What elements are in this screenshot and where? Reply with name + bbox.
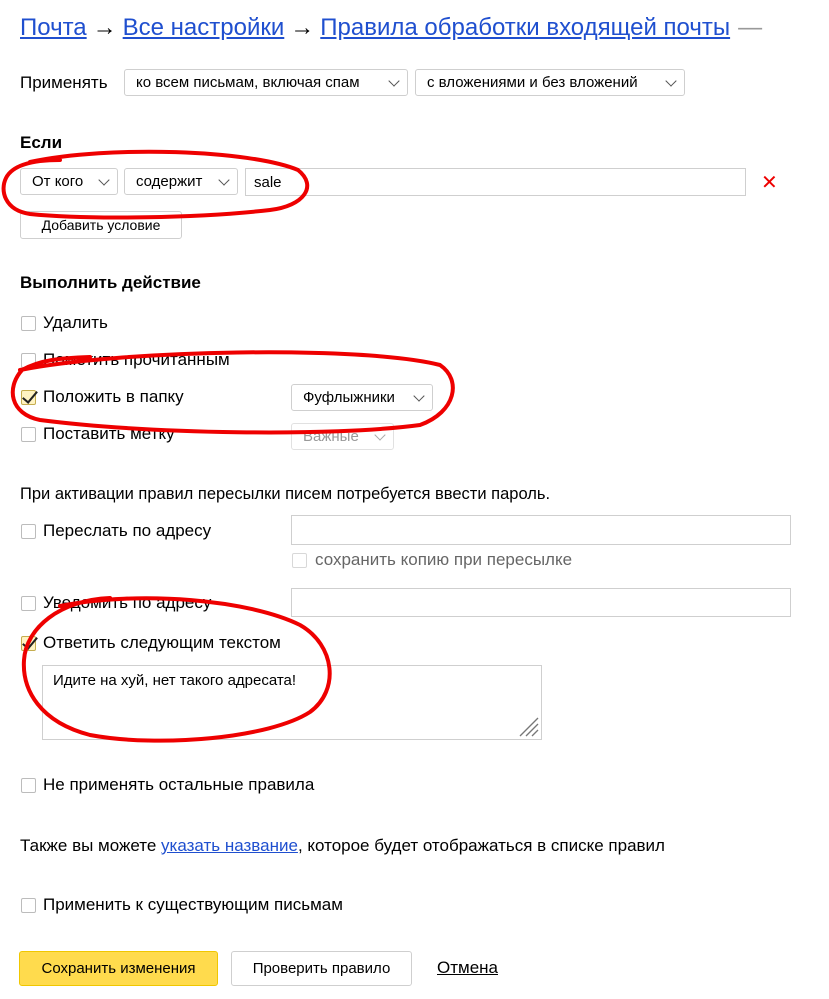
remove-condition-icon[interactable]: ✕	[761, 170, 778, 195]
condition-value-input[interactable]: sale	[245, 168, 746, 196]
reply-checkbox[interactable]	[21, 633, 38, 651]
condition-field-select[interactable]: От кого	[20, 168, 118, 195]
forward-password-notice: При активации правил пересылки писем пот…	[20, 485, 551, 503]
apply-existing-label: Применить к существующим письмам	[43, 895, 343, 914]
keep-copy-checkbox[interactable]	[292, 553, 307, 568]
notify-address-input[interactable]	[291, 588, 791, 617]
breadcrumb: Почта → Все настройки → Правила обработки вх…	[20, 14, 762, 42]
checkmark-icon	[22, 387, 38, 404]
delete-label: Удалить	[43, 313, 108, 332]
notify-checkbox[interactable]	[21, 596, 36, 611]
set-name-link[interactable]: указать название	[161, 836, 298, 855]
apply-attachments-value: с вложениями и без вложений	[427, 74, 638, 91]
conditions-heading: Если	[20, 133, 63, 152]
chevron-down-icon	[374, 429, 386, 441]
rule-name-suffix: , которое будет отображаться в списке пр…	[297, 836, 665, 855]
reply-text-area[interactable]	[42, 665, 542, 740]
condition-operator-value: содержит	[136, 173, 203, 190]
no-other-rules-label: Не применять остальные правила	[43, 775, 315, 794]
save-button[interactable]: Сохранить изменения	[19, 951, 218, 986]
chevron-down-icon	[98, 174, 110, 186]
set-label-label: Поставить метку	[43, 424, 175, 443]
chevron-down-icon	[413, 390, 425, 402]
forward-label: Переслать по адресу	[43, 521, 212, 540]
label-select-value: Важные	[303, 428, 359, 445]
apply-label: Применять	[20, 73, 108, 92]
checkmark-icon	[22, 633, 38, 650]
rule-name-hint: Также вы можете указать название, которо…	[20, 836, 665, 856]
apply-attachments-select[interactable]: с вложениями и без вложений	[415, 69, 685, 96]
apply-existing-checkbox[interactable]	[21, 898, 36, 913]
breadcrumb-arrow: →	[92, 14, 117, 41]
apply-scope-select[interactable]: ко всем письмам, включая спам	[124, 69, 408, 96]
check-rule-button[interactable]: Проверить правило	[231, 951, 412, 986]
rule-name-prefix: Также вы можете	[20, 836, 162, 855]
move-to-folder-label: Положить в папку	[43, 387, 184, 406]
breadcrumb-arrow: →	[290, 14, 315, 41]
condition-operator-select[interactable]: содержит	[124, 168, 238, 195]
delete-checkbox[interactable]	[21, 316, 36, 331]
folder-value: Фуфлыжники	[303, 389, 395, 406]
chevron-down-icon	[665, 75, 677, 87]
breadcrumb-all-settings-link[interactable]: Все настройки	[123, 14, 285, 41]
resize-grip-icon[interactable]	[516, 714, 540, 738]
set-label-checkbox[interactable]	[21, 427, 36, 442]
actions-heading: Выполнить действие	[20, 273, 201, 292]
apply-scope-value: ко всем письмам, включая спам	[136, 74, 360, 91]
forward-address-input[interactable]	[291, 515, 791, 545]
mark-read-checkbox[interactable]	[21, 353, 36, 368]
condition-field-value: От кого	[32, 173, 84, 190]
label-select: Важные	[291, 423, 394, 450]
keep-copy-label: сохранить копию при пересылке	[315, 550, 573, 569]
forward-checkbox[interactable]	[21, 524, 36, 539]
chevron-down-icon	[218, 174, 230, 186]
breadcrumb-dash: —	[738, 14, 763, 41]
breadcrumb-rules-link[interactable]: Правила обработки входящей почты	[320, 14, 730, 41]
reply-label: Ответить следующим текстом	[43, 633, 281, 652]
notify-label: Уведомить по адресу	[43, 593, 212, 612]
breadcrumb-mail-link[interactable]: Почта	[20, 14, 87, 41]
add-condition-button[interactable]: Добавить условие	[20, 211, 182, 239]
chevron-down-icon	[388, 75, 400, 87]
folder-select[interactable]: Фуфлыжники	[291, 384, 433, 411]
no-other-rules-checkbox[interactable]	[21, 778, 36, 793]
cancel-link[interactable]: Отмена	[437, 958, 498, 978]
move-to-folder-checkbox[interactable]	[21, 387, 38, 405]
mark-read-label: Пометить прочитанным	[43, 350, 230, 369]
